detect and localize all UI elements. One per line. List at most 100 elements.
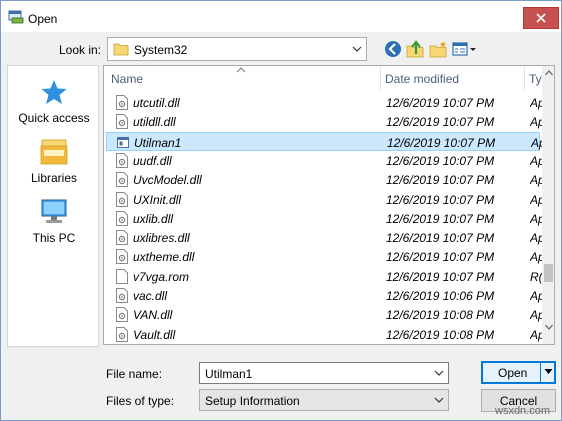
open-button[interactable]: Open <box>481 361 556 384</box>
date-modified-cell: 12/6/2019 10:07 PM <box>386 250 495 265</box>
table-row[interactable]: UvcModel.dll 12/6/2019 10:07 PM Ap <box>106 170 542 189</box>
column-type[interactable]: Ty <box>529 72 542 86</box>
file-type-select[interactable]: Setup Information <box>199 389 449 411</box>
file-name-cell: Vault.dll <box>133 327 176 342</box>
watermark: wsxdn.com <box>495 405 551 417</box>
file-icon <box>116 268 128 284</box>
table-row[interactable]: UXInit.dll 12/6/2019 10:07 PM Ap <box>106 190 542 209</box>
chevron-down-icon[interactable] <box>434 368 444 378</box>
place-label: This PC <box>32 231 76 245</box>
column-separator[interactable] <box>380 66 381 90</box>
dll-icon <box>116 95 128 110</box>
chevron-down-icon[interactable] <box>434 395 444 405</box>
date-modified-cell: 12/6/2019 10:07 PM <box>386 211 495 226</box>
date-modified-cell: 12/6/2019 10:07 PM <box>386 153 495 168</box>
place-label: Libraries <box>30 171 78 185</box>
dll-icon <box>116 172 128 188</box>
type-cell: Ap <box>530 96 542 110</box>
vertical-scrollbar[interactable] <box>542 66 554 344</box>
column-header: Name Date modified Ty <box>104 66 542 92</box>
window-title: Open <box>28 12 58 26</box>
scroll-down-icon[interactable] <box>545 324 553 330</box>
file-type-label: Files of type: <box>106 394 175 408</box>
type-cell: Ap <box>530 289 542 303</box>
dll-icon <box>116 191 128 207</box>
dll-icon <box>116 288 128 303</box>
libraries-icon <box>40 139 68 165</box>
type-cell: Ap <box>530 308 542 323</box>
table-row[interactable]: uudf.dll 12/6/2019 10:07 PM Ap <box>106 151 542 170</box>
close-button[interactable] <box>523 7 559 29</box>
type-cell: Ap <box>530 173 542 188</box>
date-modified-cell: 12/6/2019 10:06 PM <box>386 289 495 303</box>
look-in-combo[interactable]: System32 <box>107 37 367 61</box>
up-folder-icon[interactable] <box>405 39 425 59</box>
date-modified-cell: 12/6/2019 10:07 PM <box>386 269 495 284</box>
table-row[interactable]: uxlibres.dll 12/6/2019 10:07 PM Ap <box>106 228 542 247</box>
back-icon[interactable] <box>383 39 403 59</box>
new-folder-icon[interactable] <box>428 39 448 59</box>
place-libraries[interactable]: Libraries <box>8 138 100 185</box>
column-separator[interactable] <box>524 66 525 90</box>
table-row[interactable]: utildll.dll 12/6/2019 10:07 PM Ap <box>106 112 542 131</box>
table-row[interactable]: Utilman112/6/2019 10:07 PMAp <box>106 131 543 151</box>
file-name-value: Utilman1 <box>205 367 253 381</box>
date-modified-cell: 12/6/2019 10:07 PM <box>386 173 495 188</box>
places-bar: Quick access Libraries This PC <box>7 65 99 347</box>
place-quick-access[interactable]: Quick access <box>8 78 100 125</box>
file-name-input[interactable]: Utilman1 <box>199 362 449 384</box>
file-name-cell: UvcModel.dll <box>133 173 202 188</box>
place-this-pc[interactable]: This PC <box>8 198 100 245</box>
dll-icon <box>116 307 128 323</box>
file-name-cell: Utilman1 <box>134 135 182 150</box>
type-cell: Ap <box>530 250 542 265</box>
table-row[interactable]: VAN.dll 12/6/2019 10:08 PM Ap <box>106 305 542 324</box>
table-row[interactable]: Vault.dll 12/6/2019 10:08 PM Ap <box>106 325 542 344</box>
dll-icon <box>116 230 128 246</box>
table-row[interactable]: uxlib.dll 12/6/2019 10:07 PM Ap <box>106 209 542 228</box>
file-name-cell: vac.dll <box>133 289 168 303</box>
file-list[interactable]: Name Date modified Ty utcutil.dll 12/6/20… <box>103 65 555 345</box>
open-dialog: Open Look in: System32 Quick access Libr… <box>0 0 562 421</box>
file-name-label: File name: <box>106 367 163 381</box>
file-name-cell: VAN.dll <box>133 308 173 323</box>
type-cell: Ap <box>530 192 542 207</box>
computer-icon <box>41 199 67 223</box>
table-row[interactable]: vac.dll 12/6/2019 10:06 PM Ap <box>106 286 542 305</box>
date-modified-cell: 12/6/2019 10:07 PM <box>386 115 495 130</box>
split-divider <box>540 363 541 382</box>
column-name[interactable]: Name <box>111 72 143 86</box>
date-modified-cell: 12/6/2019 10:07 PM <box>386 96 495 110</box>
dll-icon <box>116 210 128 226</box>
table-row[interactable]: uxtheme.dll 12/6/2019 10:07 PM Ap <box>106 247 542 266</box>
view-menu-icon[interactable] <box>451 39 477 59</box>
table-row[interactable]: utcutil.dll 12/6/2019 10:07 PM Ap <box>106 93 542 112</box>
title-bar: Open <box>1 1 561 32</box>
chevron-down-icon <box>352 46 362 52</box>
date-modified-cell: 12/6/2019 10:08 PM <box>386 327 495 342</box>
dll-icon <box>116 249 128 265</box>
close-icon <box>536 13 546 23</box>
type-cell: Ap <box>530 115 542 130</box>
scroll-up-icon[interactable] <box>545 70 553 76</box>
file-name-cell: uxlibres.dll <box>133 231 190 246</box>
type-cell: Ap <box>530 211 542 226</box>
sort-ascending-icon <box>236 67 246 73</box>
type-cell: Ap <box>530 327 542 342</box>
date-modified-cell: 12/6/2019 10:07 PM <box>387 135 496 150</box>
file-name-cell: utildll.dll <box>133 115 176 130</box>
column-date-modified[interactable]: Date modified <box>385 72 459 86</box>
folder-icon <box>113 43 129 56</box>
dll-icon <box>116 152 128 168</box>
file-name-cell: uudf.dll <box>133 153 172 168</box>
date-modified-cell: 12/6/2019 10:07 PM <box>386 231 495 246</box>
dll-icon <box>116 114 128 130</box>
scrollbar-thumb[interactable] <box>544 264 553 282</box>
dll-icon <box>116 326 128 342</box>
type-cell: Ap <box>530 231 542 246</box>
file-name-cell: utcutil.dll <box>133 96 180 110</box>
table-row[interactable]: v7vga.rom 12/6/2019 10:07 PM R( <box>106 267 542 286</box>
look-in-label: Look in: <box>59 43 102 57</box>
dropdown-arrow-icon[interactable] <box>544 368 553 376</box>
app-window-icon <box>117 136 129 148</box>
